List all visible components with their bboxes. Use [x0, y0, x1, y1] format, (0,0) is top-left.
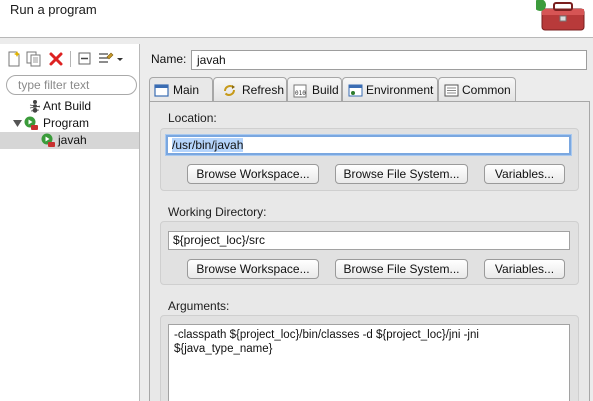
- tab-label: Environment: [366, 83, 434, 97]
- launch-config-list-pane: type filter text Ant Build Program javah: [0, 44, 140, 401]
- program-icon: [24, 116, 38, 130]
- tree-item-ant-build[interactable]: Ant Build: [0, 98, 139, 115]
- arguments-textarea[interactable]: -classpath ${project_loc}/bin/classes -d…: [168, 324, 570, 401]
- arguments-group: -classpath ${project_loc}/bin/classes -d…: [160, 315, 579, 401]
- working-directory-label: Working Directory:: [168, 205, 267, 219]
- tab-environment[interactable]: Environment: [342, 77, 438, 102]
- svg-text:010: 010: [295, 90, 306, 97]
- dialog-title: Run a program: [10, 2, 97, 17]
- main-tab-panel: Location: /usr/bin/javah Browse Workspac…: [149, 101, 590, 401]
- delete-icon[interactable]: [47, 50, 65, 68]
- filter-input[interactable]: type filter text: [6, 75, 137, 95]
- name-label: Name:: [151, 52, 187, 66]
- location-variables-button[interactable]: Variables...: [484, 164, 565, 184]
- location-label: Location:: [168, 111, 217, 125]
- tab-bar: Main Refresh 010 Build Environment Commo…: [149, 77, 589, 103]
- new-launch-config-icon[interactable]: [5, 50, 23, 68]
- tree-item-label: Ant Build: [43, 99, 92, 113]
- location-browse-workspace-button[interactable]: Browse Workspace...: [187, 164, 319, 184]
- dialog-title-band: Run a program: [0, 0, 593, 38]
- tab-common[interactable]: Common: [438, 77, 516, 102]
- ant-icon: [29, 100, 41, 113]
- left-toolbar: [0, 48, 140, 70]
- working-directory-browse-workspace-button[interactable]: Browse Workspace...: [187, 259, 319, 279]
- working-directory-variables-button[interactable]: Variables...: [484, 259, 565, 279]
- arguments-label: Arguments:: [168, 299, 230, 313]
- working-directory-group: ${project_loc}/src Browse Workspace... B…: [160, 221, 579, 285]
- location-value: /usr/bin/javah: [172, 138, 244, 152]
- chevron-down-icon[interactable]: [13, 119, 22, 128]
- tree-item-label: javah: [58, 133, 87, 147]
- location-input[interactable]: /usr/bin/javah: [166, 135, 571, 155]
- tab-label: Common: [462, 83, 511, 97]
- collapse-all-icon[interactable]: [76, 50, 94, 68]
- common-icon: [444, 84, 459, 97]
- tab-refresh[interactable]: Refresh: [213, 77, 287, 102]
- tab-main[interactable]: Main: [149, 77, 213, 103]
- name-field[interactable]: javah: [191, 50, 587, 70]
- tab-label: Build: [312, 83, 339, 97]
- chevron-down-icon[interactable]: [115, 50, 125, 68]
- refresh-icon: [224, 85, 235, 96]
- tab-label: Main: [173, 83, 200, 97]
- filter-icon[interactable]: [97, 50, 115, 68]
- location-browse-file-system-button[interactable]: Browse File System...: [335, 164, 468, 184]
- working-directory-input[interactable]: ${project_loc}/src: [168, 231, 570, 250]
- toolbar-separator: [70, 51, 71, 67]
- tab-label: Refresh: [242, 83, 285, 97]
- external-tool-icon: [41, 133, 55, 147]
- environment-icon: [348, 84, 363, 97]
- duplicate-icon[interactable]: [25, 50, 43, 68]
- build-icon: 010: [293, 84, 307, 98]
- tab-build[interactable]: 010 Build: [287, 77, 342, 102]
- tree-item-label: Program: [43, 116, 90, 130]
- working-directory-browse-file-system-button[interactable]: Browse File System...: [335, 259, 468, 279]
- location-group: /usr/bin/javah Browse Workspace... Brows…: [160, 128, 579, 191]
- tree-item-javah[interactable]: javah: [0, 132, 139, 149]
- tree-item-program[interactable]: Program: [0, 115, 139, 132]
- main-tab-icon: [154, 84, 169, 97]
- toolbox-icon: [536, 0, 585, 31]
